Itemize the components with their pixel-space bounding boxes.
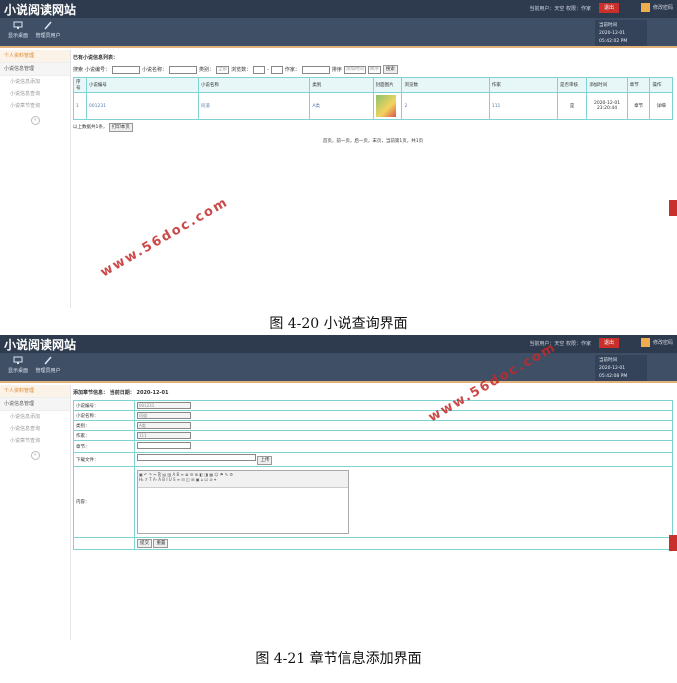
sidebar-group-novel[interactable]: 小说信息管理 xyxy=(0,63,70,76)
category-field[interactable]: A类 xyxy=(137,422,191,429)
pencil-icon xyxy=(44,21,52,30)
change-password-link[interactable]: 修改密码 xyxy=(640,338,673,347)
clock-panel: 当前时间 2020-12-01 05:42:08 PM xyxy=(595,355,647,381)
novel-name-input[interactable] xyxy=(169,65,198,74)
sidebar-group-novel[interactable]: 小说信息管理 xyxy=(0,398,70,411)
collapse-icon[interactable]: « xyxy=(30,451,40,460)
change-password-link[interactable]: 修改密码 xyxy=(640,3,673,12)
editor-toolbar[interactable]: ▣ ↶ ↷ ✂ ⎘ ▤ ▥ A B ≡ ≣ ☰ ⊞ ◧ ◨ ▦ ☺ ⚑ ✎ ⚙ H… xyxy=(138,471,348,488)
monitor-icon xyxy=(13,356,23,364)
col-author: 作家 xyxy=(488,77,558,93)
sidebar-item-query-novel[interactable]: 小说信息查询 xyxy=(0,88,70,100)
cover-image xyxy=(375,95,396,117)
record-count: 以上数据共1条， xyxy=(73,125,108,130)
sidebar: 个人资料管理 小说信息管理 小说信息添加 小说信息查询 小说章节查询 « xyxy=(0,50,71,308)
novel-list-panel: 已有小说信息列表： 搜索 小说编号： 小说名称： 类别： 全部 浏览数： - 作家：… xyxy=(73,52,673,308)
novel-table: 序号 小说编号 小说名称 类别 封面图片 浏览数 作家 是否审核 添加时间 章节… xyxy=(73,77,673,120)
exit-button[interactable]: 退出 xyxy=(599,338,619,348)
edit-icon xyxy=(640,3,650,12)
edit-icon xyxy=(640,338,650,347)
col-novel-name: 小说名称 xyxy=(197,77,311,93)
col-views: 浏览数 xyxy=(401,77,490,93)
col-category: 类别 xyxy=(309,77,374,93)
submit-button[interactable]: 提交 xyxy=(137,539,152,548)
views-min-input[interactable] xyxy=(253,65,266,74)
rich-text-editor[interactable]: ▣ ↶ ↷ ✂ ⎘ ▤ ▥ A B ≡ ≣ ☰ ⊞ ◧ ◨ ▦ ☺ ⚑ ✎ ⚙ H… xyxy=(137,470,349,534)
author-input[interactable] xyxy=(301,65,330,74)
sidebar-item-profile[interactable]: 个人资料管理 xyxy=(0,50,70,63)
novel-query-screenshot: 小说阅读网站 当前用户：天空 权限：作家 退出 修改密码 显示桌面 管理员用户 … xyxy=(0,0,677,308)
views-max-input[interactable] xyxy=(270,65,283,74)
current-user-status: 当前用户：天空 权限：作家 xyxy=(529,6,591,12)
category-select[interactable]: 全部 xyxy=(216,65,230,74)
col-index: 序号 xyxy=(73,77,87,93)
chapter-form-panel: 添加章节信息： 当前日期： 2020-12-01 小说编号： 001231 小说名… xyxy=(73,387,673,640)
print-button[interactable]: 打印本页 xyxy=(108,123,133,132)
novel-no-field[interactable]: 001231 xyxy=(137,402,191,409)
side-tab[interactable] xyxy=(669,200,677,216)
col-added: 添加时间 xyxy=(586,77,628,93)
upload-button[interactable]: 上传 xyxy=(257,456,273,465)
exit-button[interactable]: 退出 xyxy=(599,3,619,13)
col-cover: 封面图片 xyxy=(372,77,403,93)
sidebar-item-profile[interactable]: 个人资料管理 xyxy=(0,385,70,398)
table-row: 1 001231 问道 A类 2 111 是 2020-12-01 23:20:… xyxy=(73,92,673,120)
admin-users-button[interactable]: 管理员用户 xyxy=(30,21,66,39)
sort-field-select[interactable]: 添加时间 xyxy=(343,65,366,74)
chapter-field[interactable] xyxy=(137,442,191,449)
top-bar: 小说阅读网站 当前用户：天空 权限：作家 退出 修改密码 xyxy=(0,0,677,18)
pencil-icon xyxy=(44,356,52,365)
side-tab[interactable] xyxy=(669,535,677,551)
sidebar-item-add-novel[interactable]: 小说信息添加 xyxy=(0,76,70,88)
col-novel-no: 小说编号 xyxy=(85,77,199,93)
chapter-form: 小说编号： 001231 小说名称： 问道 类别： A类 作家： 111 章节： 下载文… xyxy=(73,400,673,550)
sidebar-item-query-chapter[interactable]: 小说章节查询 xyxy=(0,100,70,112)
sidebar-item-add-novel[interactable]: 小说信息添加 xyxy=(0,411,70,423)
collapse-icon[interactable]: « xyxy=(30,116,40,125)
figure-caption-2: 图 4-21 章节信息添加界面 xyxy=(255,651,422,667)
clock-time: 2020-12-01 05:42:02 PM xyxy=(599,31,628,44)
app-title: 小说阅读网站 xyxy=(4,3,77,17)
col-action: 操作 xyxy=(649,77,673,93)
col-chapter: 章节 xyxy=(626,77,651,93)
reset-button[interactable]: 重置 xyxy=(153,539,169,548)
novel-name-field[interactable]: 问道 xyxy=(137,412,191,419)
download-file-field[interactable] xyxy=(137,454,256,461)
pagination[interactable]: 首页，前一页，后一页，末页，当前第1页，共1页 xyxy=(73,138,673,144)
sort-order-select[interactable]: 降序 xyxy=(367,65,381,74)
app-title: 小说阅读网站 xyxy=(4,338,77,352)
chapter-add-screenshot: 小说阅读网站 当前用户：天空 权限：作家 退出 修改密码 显示桌面 管理员用户 … xyxy=(0,335,677,640)
search-bar: 搜索 小说编号： 小说名称： 类别： 全部 浏览数： - 作家： 排序 添加时间 降序… xyxy=(73,65,673,74)
author-field[interactable]: 111 xyxy=(137,432,191,439)
page-title: 添加章节信息： 当前日期： 2020-12-01 xyxy=(73,390,169,396)
col-reviewed: 是否审核 xyxy=(556,77,588,93)
sidebar-item-query-chapter[interactable]: 小说章节查询 xyxy=(0,435,70,447)
novel-no-input[interactable] xyxy=(112,65,141,74)
page-title: 已有小说信息列表： xyxy=(73,55,119,61)
clock-panel: 当前时间 2020-12-01 05:42:02 PM xyxy=(595,20,647,46)
toolbar: 显示桌面 管理员用户 当前时间 2020-12-01 05:42:02 PM xyxy=(0,18,677,48)
sidebar: 个人资料管理 小说信息管理 小说信息添加 小说信息查询 小说章节查询 « xyxy=(0,385,71,640)
figure-caption-1: 图 4-20 小说查询界面 xyxy=(269,316,408,332)
chapter-link[interactable]: 章节 xyxy=(626,92,651,120)
detail-link[interactable]: 详细 xyxy=(649,92,673,120)
clock-time: 2020-12-01 05:42:08 PM xyxy=(599,366,628,379)
sidebar-item-query-novel[interactable]: 小说信息查询 xyxy=(0,423,70,435)
admin-users-button[interactable]: 管理员用户 xyxy=(30,356,66,374)
monitor-icon xyxy=(13,21,23,29)
search-button[interactable]: 搜索 xyxy=(382,65,398,74)
